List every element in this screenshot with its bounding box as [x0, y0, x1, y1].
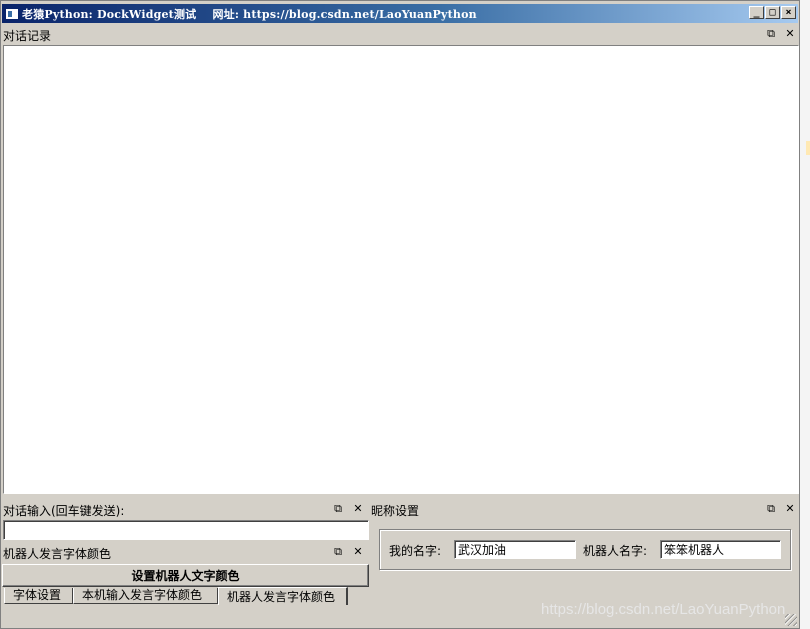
input-dock-title: 对话输入(回车键发送):	[3, 503, 125, 518]
title-bar[interactable]: 老猿Python: DockWidget测试 网址: https://blog.…	[2, 4, 798, 23]
chat-dock-close-icon[interactable]: ✕	[783, 27, 797, 41]
window-title: 老猿Python: DockWidget测试 网址: https://blog.…	[22, 7, 477, 21]
robot-color-dock-title: 机器人发言字体颜色	[3, 546, 112, 561]
set-robot-text-color-button[interactable]: 设置机器人文字颜色	[2, 564, 369, 587]
my-name-label: 我的名字:	[389, 544, 442, 558]
chat-dock-title: 对话记录	[3, 28, 52, 43]
robot-name-field[interactable]	[660, 540, 781, 559]
dock-tab-bar: 字体设置 本机输入发言字体颜色 机器人发言字体颜色	[4, 587, 348, 605]
my-name-field[interactable]	[454, 540, 576, 559]
chat-input-field[interactable]	[3, 520, 369, 540]
chat-dock-float-icon[interactable]: ⧉	[764, 27, 778, 41]
nickname-dock-float-icon[interactable]: ⧉	[764, 502, 778, 516]
background-window-edge	[800, 0, 810, 629]
tab-font-settings[interactable]: 字体设置	[4, 588, 73, 604]
app-icon[interactable]	[5, 7, 19, 20]
robot-color-dock-float-icon[interactable]: ⧉	[331, 545, 345, 559]
robot-name-label: 机器人名字:	[583, 544, 648, 558]
tab-robot-font-color[interactable]: 机器人发言字体颜色	[218, 587, 348, 605]
input-dock-close-icon[interactable]: ✕	[351, 502, 365, 516]
robot-color-dock-close-icon[interactable]: ✕	[351, 545, 365, 559]
main-window: 老猿Python: DockWidget测试 网址: https://blog.…	[0, 0, 800, 629]
close-button[interactable]: ×	[781, 6, 796, 19]
chat-record-area[interactable]	[3, 45, 799, 494]
nickname-dock-close-icon[interactable]: ✕	[783, 502, 797, 516]
tab-local-input-color[interactable]: 本机输入发言字体颜色	[73, 588, 218, 604]
input-dock-float-icon[interactable]: ⧉	[331, 502, 345, 516]
maximize-button[interactable]: □	[765, 6, 780, 19]
watermark-text: https://blog.csdn.net/LaoYuanPython	[541, 601, 786, 618]
resize-grip-icon[interactable]	[785, 614, 797, 626]
background-highlight-mark	[806, 141, 810, 155]
minimize-button[interactable]: _	[749, 6, 764, 19]
nickname-dock-title: 昵称设置	[371, 503, 420, 518]
